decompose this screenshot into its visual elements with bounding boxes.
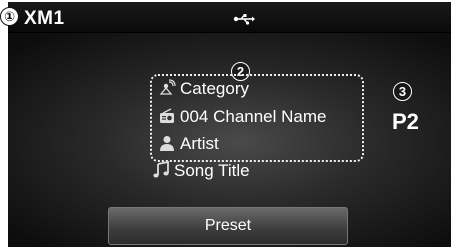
radio-screen: XM1 2 3 4 — [8, 2, 451, 247]
radio-icon — [158, 107, 176, 125]
person-icon — [158, 134, 176, 152]
category-text: Category — [180, 79, 249, 98]
song-text: Song Title — [174, 161, 250, 180]
music-note-icon — [152, 160, 170, 179]
channel-row: 004 Channel Name — [158, 106, 326, 128]
band-label: XM1 — [24, 8, 65, 29]
callout-3: 3 — [393, 82, 412, 101]
usb-icon — [233, 12, 255, 30]
song-row: Song Title — [152, 160, 250, 182]
callout-1: ① — [0, 7, 19, 26]
preset-number: P2 — [392, 109, 419, 134]
status-bar: XM1 — [8, 2, 451, 33]
artist-row: Artist — [158, 133, 219, 155]
artist-text: Artist — [180, 134, 219, 153]
preset-button[interactable]: Preset — [108, 207, 348, 245]
category-row: Category — [158, 78, 249, 100]
channel-text: 004 Channel Name — [180, 107, 327, 126]
manual-figure: ① XM1 2 3 4 — [0, 0, 451, 247]
satellite-icon — [158, 79, 176, 97]
